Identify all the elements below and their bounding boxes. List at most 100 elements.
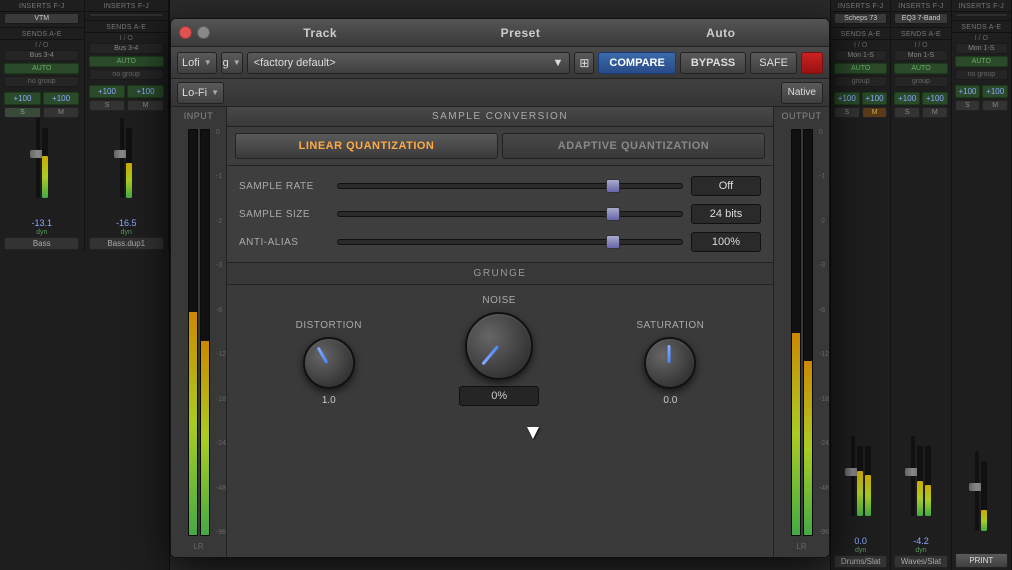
vu-bar-out-r bbox=[803, 129, 813, 536]
r-io-bus-3[interactable]: Mon 1-S bbox=[955, 43, 1008, 54]
mute-btn-2[interactable]: M bbox=[127, 100, 164, 111]
r-mute-btn-1[interactable]: M bbox=[862, 107, 888, 118]
right-channel-strip-2: INSERTS F-J EQ3 7-Band SENDS A-E I / O M… bbox=[891, 0, 951, 570]
r-ch-name-1[interactable]: Drums/Slat bbox=[834, 555, 887, 568]
vu-out-tick-12: -12 bbox=[819, 351, 829, 358]
r-mute-btn-3[interactable]: M bbox=[982, 100, 1008, 111]
noise-knob[interactable] bbox=[465, 312, 533, 380]
r-fader-track-2[interactable] bbox=[911, 436, 915, 516]
lofi-select[interactable]: Lo-Fi ▼ bbox=[177, 82, 224, 104]
r-solo-btn-2[interactable]: S bbox=[894, 107, 920, 118]
sample-size-value: 24 bits bbox=[691, 204, 761, 224]
track-title: Track bbox=[220, 26, 420, 40]
r-fader-track-3[interactable] bbox=[975, 451, 979, 531]
sample-rate-slider[interactable] bbox=[337, 183, 683, 189]
linear-quantization-tab[interactable]: LINEAR QUANTIZATION bbox=[235, 133, 498, 159]
r-inserts-label-2: INSERTS F-J bbox=[891, 0, 950, 12]
vu-tick-12: -12 bbox=[216, 351, 226, 358]
r-sends-label-1: SENDS A-E bbox=[831, 27, 890, 40]
power-btn[interactable] bbox=[801, 52, 823, 74]
minimize-button[interactable] bbox=[197, 26, 210, 39]
distortion-knob[interactable] bbox=[303, 337, 355, 389]
solo-btn-2[interactable]: S bbox=[89, 100, 126, 111]
r-solo-btn-1[interactable]: S bbox=[834, 107, 860, 118]
fader-area-1 bbox=[0, 118, 84, 218]
compare-btn[interactable]: COMPARE bbox=[598, 52, 675, 74]
fader-track-2[interactable] bbox=[120, 118, 124, 198]
group-btn-2[interactable]: no group bbox=[89, 69, 164, 80]
r-vol-val-1: 0.0 bbox=[854, 536, 867, 546]
mode-select[interactable]: Lofi ▼ bbox=[177, 52, 217, 74]
mute-btn-1[interactable]: M bbox=[43, 107, 80, 118]
r-io-bus-2[interactable]: Mon 1-S bbox=[894, 50, 947, 61]
r-send-val-5: +100 bbox=[955, 85, 981, 98]
r-mute-btn-2[interactable]: M bbox=[922, 107, 948, 118]
r-auto-btn-1[interactable]: AUTO bbox=[834, 63, 887, 74]
vu-tick-3: -3 bbox=[216, 262, 226, 269]
ch-name-1[interactable]: Bass bbox=[4, 237, 79, 250]
vu-out-tick-24: -24 bbox=[819, 440, 829, 447]
fader-track-1[interactable] bbox=[36, 118, 40, 198]
bypass-btn[interactable]: BYPASS bbox=[680, 52, 746, 74]
grunge-knobs: DISTORTION 1.0 NOISE 0% bbox=[227, 285, 773, 414]
preset-arrow: ▼ bbox=[552, 57, 563, 69]
insert-btn-1[interactable]: VTM bbox=[4, 13, 79, 24]
vu-bar-out-l bbox=[791, 129, 801, 536]
code-select[interactable]: g ▼ bbox=[221, 52, 243, 74]
ch-name-2[interactable]: Bass.dup1 bbox=[89, 237, 164, 250]
vu-tick-1: -1 bbox=[216, 173, 226, 180]
r-meter-2b bbox=[925, 446, 931, 516]
plugin-body: INPUT 0 -1 -2 -3 -6 bbox=[171, 107, 829, 557]
grunge-header: GRUNGE bbox=[227, 263, 773, 285]
anti-alias-label: ANTI-ALIAS bbox=[239, 237, 329, 248]
r-io-bus-1[interactable]: Mon 1-S bbox=[834, 50, 887, 61]
r-group-btn-2[interactable]: group bbox=[894, 76, 947, 87]
vu-out-tick-3: -3 bbox=[819, 262, 829, 269]
lofi-value: Lo-Fi bbox=[182, 87, 207, 99]
vu-meter-right-container: 0 -1 -2 -3 -6 -12 -18 -24 -48 -96 bbox=[774, 125, 829, 540]
anti-alias-slider[interactable] bbox=[337, 239, 683, 245]
r-insert-btn-3[interactable] bbox=[955, 13, 1008, 17]
auto-btn-1[interactable]: AUTO bbox=[4, 63, 79, 74]
vu-tick-6: -6 bbox=[216, 307, 226, 314]
preset-select[interactable]: <factory default> ▼ bbox=[247, 52, 571, 74]
vu-out-tick-1: -1 bbox=[819, 173, 829, 180]
title-bar: Track Preset Auto bbox=[171, 19, 829, 47]
safe-btn[interactable]: SAFE bbox=[750, 52, 797, 74]
r-meter-fill-1b bbox=[865, 475, 871, 516]
r-sends-label-2: SENDS A-E bbox=[891, 27, 950, 40]
r-dyn-label-2: dyn bbox=[915, 547, 926, 554]
saturation-knob[interactable] bbox=[644, 337, 696, 389]
sample-size-slider[interactable] bbox=[337, 211, 683, 217]
r-solo-btn-3[interactable]: S bbox=[955, 100, 981, 111]
adaptive-quantization-tab[interactable]: ADAPTIVE QUANTIZATION bbox=[502, 133, 765, 159]
anti-alias-value: 100% bbox=[691, 232, 761, 252]
r-insert-btn-2[interactable]: EQ3 7-Band bbox=[894, 13, 947, 24]
io-label-1: I / O bbox=[35, 42, 48, 49]
insert-btn-2[interactable] bbox=[89, 13, 164, 17]
r-fader-track-1[interactable] bbox=[851, 436, 855, 516]
sample-rate-thumb[interactable] bbox=[606, 179, 620, 193]
solo-btn-1[interactable]: S bbox=[4, 107, 41, 118]
r-auto-btn-2[interactable]: AUTO bbox=[894, 63, 947, 74]
grunge-section: GRUNGE DISTORTION 1.0 NOISE bbox=[227, 262, 773, 557]
r-group-btn-3[interactable]: no group bbox=[955, 69, 1008, 80]
vu-tick-48: -48 bbox=[216, 485, 226, 492]
r-auto-btn-3[interactable]: AUTO bbox=[955, 56, 1008, 67]
auto-btn-2[interactable]: AUTO bbox=[89, 56, 164, 67]
vu-out-tick-0: 0 bbox=[819, 129, 829, 136]
r-ch-name-2[interactable]: Waves/Slat bbox=[894, 555, 947, 568]
group-btn-1[interactable]: no group bbox=[4, 76, 79, 87]
anti-alias-thumb[interactable] bbox=[606, 235, 620, 249]
close-button[interactable] bbox=[179, 26, 192, 39]
vol-val-1: -13.1 bbox=[31, 218, 52, 228]
sample-size-thumb[interactable] bbox=[606, 207, 620, 221]
print-btn[interactable]: PRINT bbox=[955, 553, 1008, 568]
saturation-value: 0.0 bbox=[663, 395, 677, 406]
r-insert-btn-1[interactable]: Scheps 73 bbox=[834, 13, 887, 24]
io-bus-1[interactable]: Bus 3-4 bbox=[4, 50, 79, 61]
native-btn[interactable]: Native bbox=[781, 82, 823, 104]
io-bus-2[interactable]: Bus 3-4 bbox=[89, 43, 164, 54]
r-group-btn-1[interactable]: group bbox=[834, 76, 887, 87]
copy-preset-btn[interactable]: ⊞ bbox=[574, 52, 594, 74]
